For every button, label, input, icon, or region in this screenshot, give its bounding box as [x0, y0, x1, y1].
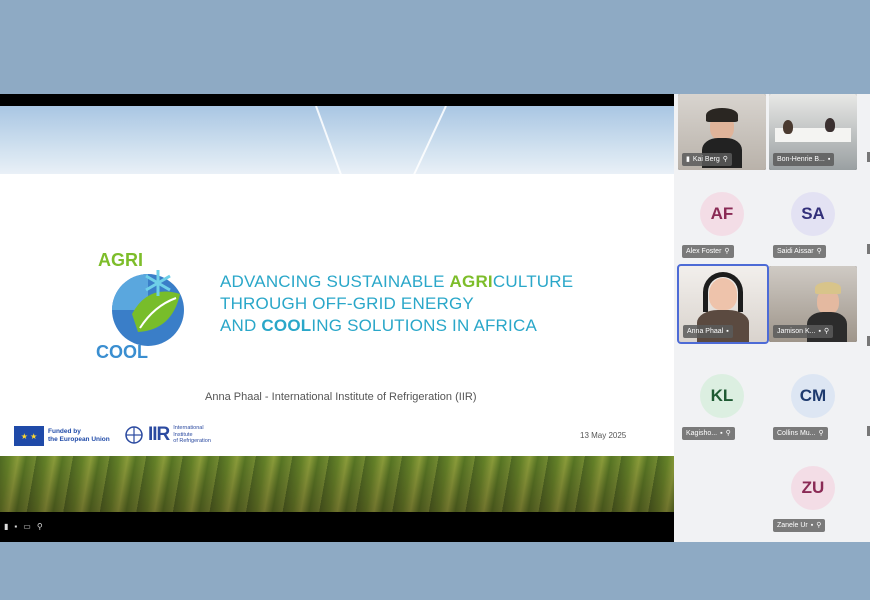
avatar: KL — [700, 374, 744, 418]
iir-logo: IIR International Institute of Refrigera… — [124, 424, 211, 446]
active-speaker-tile[interactable]: Anna Phaal ▪ — [677, 264, 769, 344]
presentation-slide: AGRI COOL ADVANCING SUSTAINABLE AGRICULT… — [0, 106, 674, 512]
participant-tile[interactable]: ▮ Kai Berg ⚲ — [678, 94, 766, 170]
slide-title: ADVANCING SUSTAINABLE AGRICULTURE THROUG… — [220, 271, 660, 337]
camera-icon: ▪ — [818, 328, 821, 335]
avatar: ZU — [791, 466, 835, 510]
participant-gallery: ▮ Kai Berg ⚲ Bon-Henrie B... ▪ AF Alex Fost… — [676, 94, 870, 542]
agricool-logo: AGRI COOL — [96, 250, 184, 362]
camera-icon: ▪ — [14, 522, 18, 531]
participant-tile[interactable]: SA Saidi Aissar ⚲ — [769, 186, 857, 262]
camera-icon: ▪ — [720, 430, 723, 437]
share-top-bar — [0, 94, 674, 106]
participant-name: Jamison K... ▪ ⚲ — [773, 325, 834, 338]
eu-funding-logo: ★ ★ Funded by the European Union — [14, 426, 110, 446]
participant-tile[interactable]: Bon-Henrie B... ▪ — [769, 94, 857, 170]
participant-tile[interactable]: KL Kagisho... ▪ ⚲ — [678, 368, 766, 444]
screen-icon: ▭ — [23, 522, 31, 531]
participant-tile[interactable]: Jamison K... ▪ ⚲ — [769, 266, 857, 342]
globe-icon — [125, 426, 143, 444]
signal-icon: ▮ — [4, 522, 9, 531]
participant-name: Alex Foster ⚲ — [682, 245, 734, 258]
participant-name: Anna Phaal ▪ — [683, 325, 733, 338]
participant-tile[interactable]: ZU Zanele Ur ▪ ⚲ — [769, 460, 857, 536]
sky-banner — [0, 106, 674, 182]
participant-tile[interactable]: CM Collins Mu... ⚲ — [769, 368, 857, 444]
mic-muted-icon: ⚲ — [725, 430, 731, 437]
participant-name: Saidi Aissar ⚲ — [773, 245, 826, 258]
mic-muted-icon: ⚲ — [816, 248, 822, 255]
svg-text:COOL: COOL — [96, 342, 148, 362]
mic-muted-icon: ⚲ — [722, 156, 728, 163]
title-line-3: AND COOLING SOLUTIONS IN AFRICA — [220, 316, 537, 335]
shared-screen[interactable]: AGRI COOL ADVANCING SUSTAINABLE AGRICULT… — [0, 94, 674, 542]
avatar: SA — [791, 192, 835, 236]
title-line-1: ADVANCING SUSTAINABLE AGRICULTURE — [220, 272, 574, 291]
avatar: AF — [700, 192, 744, 236]
participant-name: ▮ Kai Berg ⚲ — [682, 153, 732, 166]
eu-flag-icon: ★ ★ — [14, 426, 44, 446]
participant-name: Zanele Ur ▪ ⚲ — [773, 519, 826, 532]
camera-icon: ▪ — [827, 156, 831, 163]
mic-muted-icon: ⚲ — [818, 430, 824, 437]
presenter-line: Anna Phaal - International Institute of … — [205, 391, 477, 403]
mic-muted-icon: ⚲ — [824, 328, 830, 335]
avatar: CM — [791, 374, 835, 418]
mic-muted-icon: ⚲ — [816, 522, 822, 529]
participant-tile[interactable]: AF Alex Foster ⚲ — [678, 186, 766, 262]
camera-icon: ▪ — [810, 522, 814, 529]
share-bottom-bar: ▮ ▪ ▭ ⚲ — [0, 512, 674, 542]
slide-date: 13 May 2025 — [580, 431, 627, 440]
mic-muted-icon: ⚲ — [36, 522, 43, 531]
participant-name: Bon-Henrie B... ▪ — [773, 153, 835, 166]
participant-name: Kagisho... ▪ ⚲ — [682, 427, 735, 440]
camera-icon: ▪ — [726, 328, 729, 335]
mic-muted-icon: ⚲ — [724, 248, 730, 255]
signal-icon: ▮ — [686, 156, 690, 163]
title-line-2: THROUGH OFF-GRID ENERGY — [220, 294, 474, 313]
meeting-window: AGRI COOL ADVANCING SUSTAINABLE AGRICULT… — [0, 94, 870, 542]
svg-text:AGRI: AGRI — [98, 250, 143, 270]
participant-name: Collins Mu... ⚲ — [773, 427, 828, 440]
